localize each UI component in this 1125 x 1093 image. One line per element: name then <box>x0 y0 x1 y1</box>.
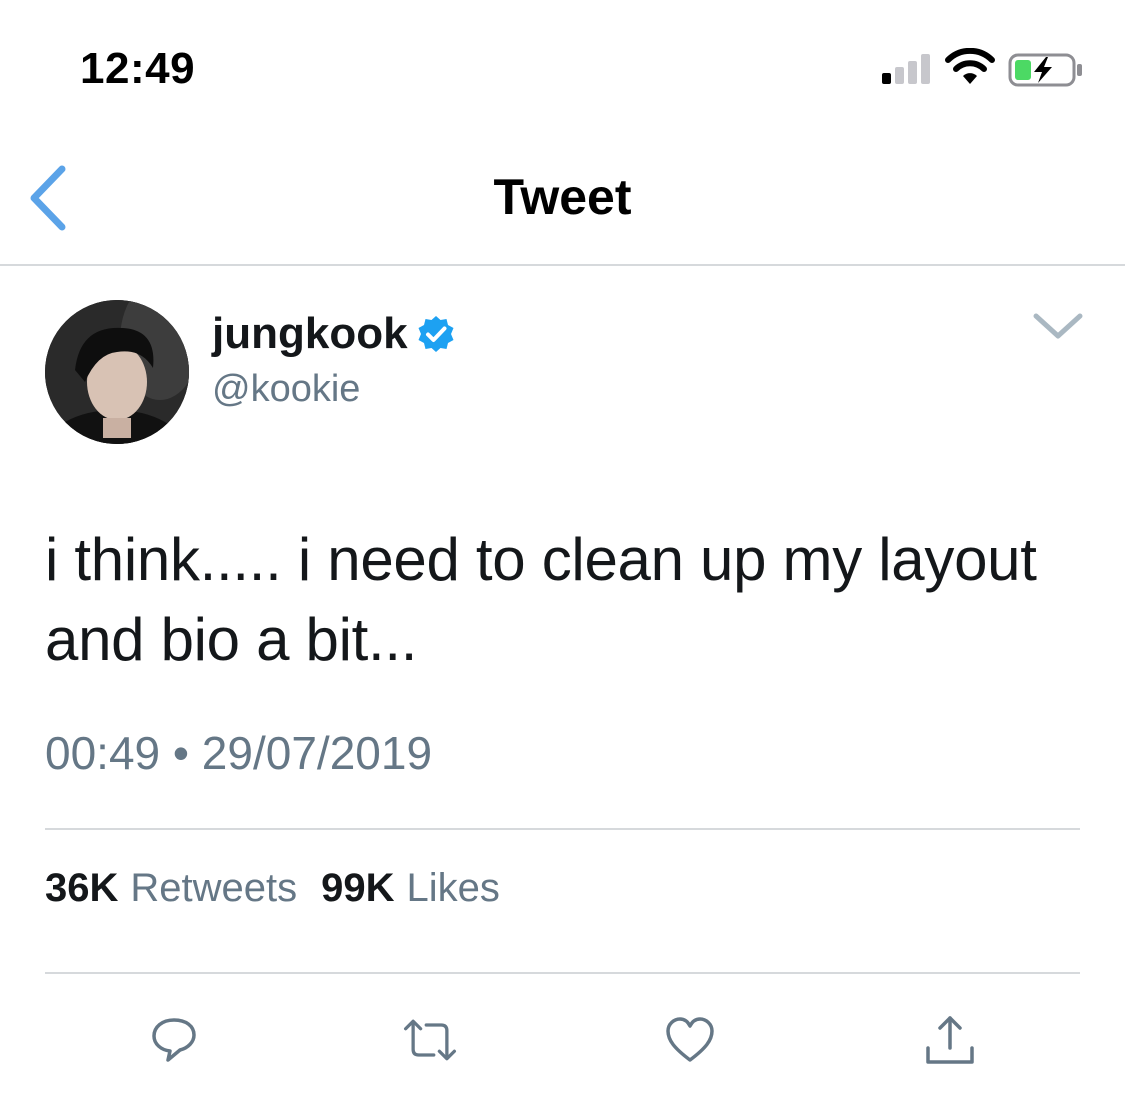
divider <box>45 828 1080 830</box>
avatar[interactable] <box>45 300 189 444</box>
tweet-time: 00:49 <box>45 727 161 779</box>
tweet-stats: 36K Retweets 99K Likes <box>45 866 500 911</box>
tweet-text: i think..... i need to clean up my layou… <box>45 526 1037 673</box>
display-name[interactable]: jungkook <box>212 309 408 359</box>
avatar-image <box>45 300 189 444</box>
reply-icon <box>152 1018 196 1062</box>
retweet-button[interactable] <box>400 1012 460 1068</box>
share-icon <box>926 1016 974 1064</box>
battery-charging-icon <box>1008 53 1082 87</box>
like-button[interactable] <box>660 1012 720 1068</box>
wifi-icon <box>945 48 995 84</box>
author-name-row[interactable]: jungkook <box>212 304 456 364</box>
user-handle[interactable]: @kookie <box>212 368 360 411</box>
verified-badge-icon <box>418 316 454 352</box>
nav-bar: Tweet <box>0 130 1125 266</box>
retweets-stat[interactable]: 36K Retweets <box>45 866 297 911</box>
tweet-date: 29/07/2019 <box>201 727 433 779</box>
reply-button[interactable] <box>144 1012 204 1068</box>
likes-count: 99K <box>321 866 395 910</box>
retweets-count: 36K <box>45 866 119 910</box>
tweet-timestamp: 00:49 • 29/07/2019 <box>45 726 432 780</box>
heart-icon <box>666 1017 714 1062</box>
share-button[interactable] <box>920 1012 980 1068</box>
retweet-icon <box>403 1019 457 1061</box>
divider <box>45 972 1080 974</box>
likes-stat[interactable]: 99K Likes <box>321 866 500 911</box>
likes-label: Likes <box>406 866 500 910</box>
retweets-label: Retweets <box>130 866 298 910</box>
status-bar: 12:49 <box>0 0 1125 130</box>
status-time: 12:49 <box>80 44 196 93</box>
chevron-down-icon[interactable] <box>1030 310 1086 342</box>
page-title: Tweet <box>493 169 632 225</box>
timestamp-separator: • <box>172 727 190 779</box>
cellular-signal-icon <box>882 54 930 84</box>
